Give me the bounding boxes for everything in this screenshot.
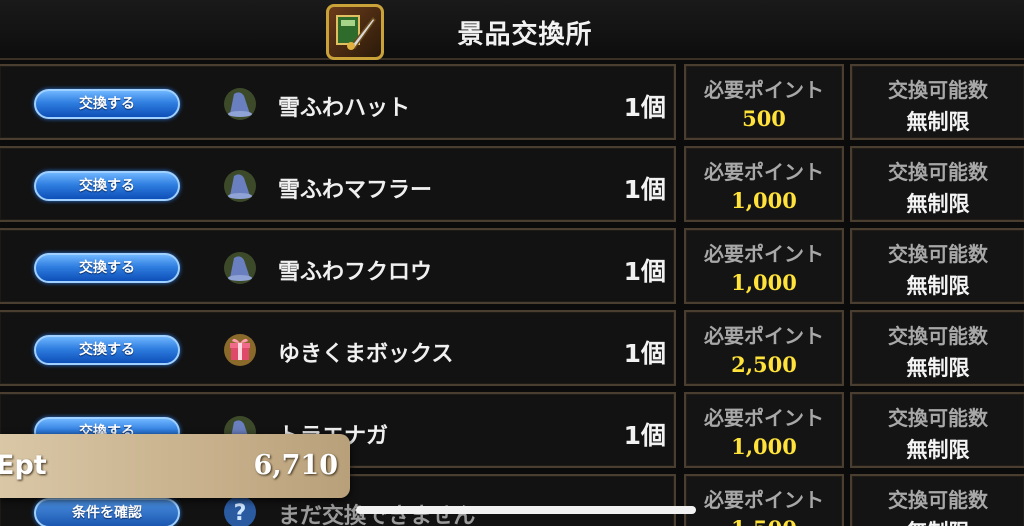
exchange-limit-cell: 交換可能数 無制限 bbox=[850, 146, 1024, 222]
required-points-cell: 必要ポイント 2,500 bbox=[684, 310, 844, 386]
exchange-button[interactable]: 交換する bbox=[34, 335, 180, 365]
required-points-label: 必要ポイント bbox=[704, 242, 824, 266]
item-quantity: 1個 bbox=[623, 93, 666, 122]
exchange-limit-cell: 交換可能数 無制限 bbox=[850, 64, 1024, 140]
required-points-value: 1,000 bbox=[731, 434, 797, 459]
required-points-label: 必要ポイント bbox=[704, 324, 824, 348]
list-item: 交換する 雪ふわハット 1個 必要ポイント 500 交換可能数 無制限 bbox=[0, 64, 1024, 142]
required-points-cell: 必要ポイント 1,000 bbox=[684, 228, 844, 304]
exchange-limit-label: 交換可能数 bbox=[888, 324, 988, 348]
exchange-limit-cell: 交換可能数 無制限 bbox=[850, 228, 1024, 304]
exchange-limit-cell: 交換可能数 無制限 bbox=[850, 310, 1024, 386]
list-item: 交換する 雪ふわフクロウ 1個 必要ポイント 1,000 交換可能数 無制限 bbox=[0, 228, 1024, 306]
required-points-label: 必要ポイント bbox=[704, 78, 824, 102]
item-quantity: 1個 bbox=[623, 175, 666, 204]
exchange-limit-cell: 交換可能数 無制限 bbox=[850, 474, 1024, 526]
item-quantity: 1個 bbox=[623, 421, 666, 450]
witch-hat-icon bbox=[222, 168, 258, 204]
required-points-value: 2,500 bbox=[731, 352, 797, 377]
required-points-cell: 必要ポイント 500 bbox=[684, 64, 844, 140]
item-row-main: 交換する 雪ふわマフラー 1個 bbox=[0, 146, 676, 222]
shop-icon bbox=[326, 4, 384, 60]
exchange-limit-label: 交換可能数 bbox=[888, 242, 988, 266]
exchange-limit-label: 交換可能数 bbox=[888, 160, 988, 184]
list-item: 交換する 雪ふわマフラー 1個 必要ポイント 1,000 交換可能数 無制限 bbox=[0, 146, 1024, 224]
required-points-label: 必要ポイント bbox=[704, 160, 824, 184]
witch-hat-icon bbox=[222, 86, 258, 122]
item-name: 雪ふわハット bbox=[278, 96, 411, 121]
svg-text:?: ? bbox=[234, 501, 247, 526]
required-points-cell: 必要ポイント 1,500 bbox=[684, 474, 844, 526]
page-title: 景品交換所 bbox=[457, 20, 593, 50]
item-name: 雪ふわフクロウ bbox=[278, 260, 433, 285]
witch-hat-icon bbox=[222, 250, 258, 286]
item-row-main: 交換する 雪ふわフクロウ 1個 bbox=[0, 228, 676, 304]
list-item: 交換する ゆきくまボックス 1個 必要ポイント 2,500 交換可能数 無制限 bbox=[0, 310, 1024, 388]
gift-box-icon bbox=[222, 332, 258, 368]
question-icon: ? bbox=[222, 494, 258, 526]
required-points-cell: 必要ポイント 1,000 bbox=[684, 146, 844, 222]
required-points-label: 必要ポイント bbox=[704, 406, 824, 430]
required-points-label: 必要ポイント bbox=[704, 488, 824, 512]
item-name: 雪ふわマフラー bbox=[278, 178, 433, 203]
exchange-button[interactable]: 交換する bbox=[34, 171, 180, 201]
exchange-limit-label: 交換可能数 bbox=[888, 406, 988, 430]
exchange-limit-label: 交換可能数 bbox=[888, 78, 988, 102]
required-points-value: 1,000 bbox=[731, 270, 797, 295]
exchange-button[interactable]: 交換する bbox=[34, 89, 180, 119]
item-row-main: 交換する ゆきくまボックス 1個 bbox=[0, 310, 676, 386]
required-points-value: 1,000 bbox=[731, 188, 797, 213]
exchange-limit-value: 無制限 bbox=[906, 192, 970, 216]
home-indicator[interactable] bbox=[356, 506, 696, 514]
exchange-limit-value: 無制限 bbox=[906, 438, 970, 462]
exchange-limit-cell: 交換可能数 無制限 bbox=[850, 392, 1024, 468]
check-conditions-button[interactable]: 条件を確認 bbox=[34, 498, 180, 526]
exchange-limit-value: 無制限 bbox=[906, 274, 970, 298]
exchange-limit-value: 無制限 bbox=[906, 356, 970, 380]
item-quantity: 1個 bbox=[623, 339, 666, 368]
required-points-cell: 必要ポイント 1,000 bbox=[684, 392, 844, 468]
required-points-value: 1,500 bbox=[686, 516, 842, 526]
exchange-limit-value: 無制限 bbox=[852, 516, 1024, 526]
exchange-limit-value: 無制限 bbox=[906, 110, 970, 134]
exchange-limit-label: 交換可能数 bbox=[888, 488, 988, 512]
required-points-value: 500 bbox=[742, 106, 786, 131]
event-points-panel: Ept 6,710 bbox=[0, 434, 350, 498]
event-points-value: 6,710 bbox=[253, 450, 338, 481]
event-points-label: Ept bbox=[0, 450, 47, 481]
item-name: ゆきくまボックス bbox=[278, 342, 454, 367]
item-row-main: 交換する 雪ふわハット 1個 bbox=[0, 64, 676, 140]
item-quantity: 1個 bbox=[623, 257, 666, 286]
exchange-button[interactable]: 交換する bbox=[34, 253, 180, 283]
header: 景品交換所 bbox=[0, 0, 1024, 60]
